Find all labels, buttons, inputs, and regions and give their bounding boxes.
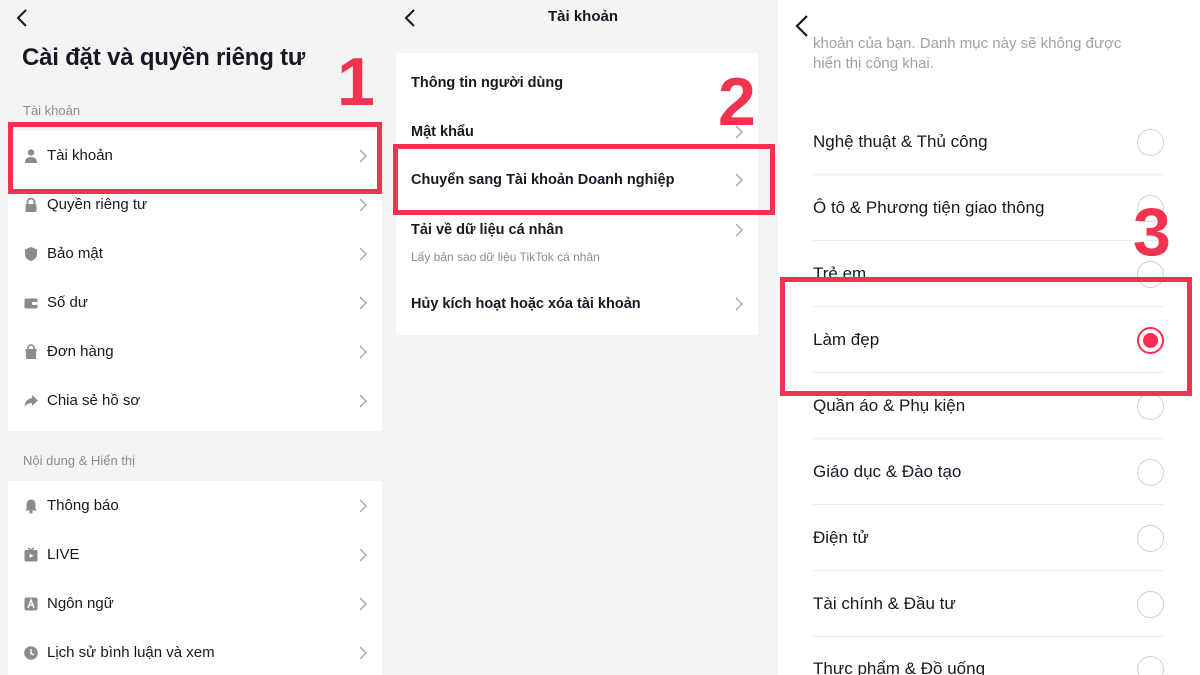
chevron-right-icon <box>359 548 367 561</box>
account-panel: Tài khoản Thông tin người dùng Mật khẩu … <box>388 0 778 675</box>
step-number-1: 1 <box>337 44 375 120</box>
radio-button[interactable] <box>1137 459 1164 486</box>
share-icon <box>23 393 39 409</box>
account-item-deactivate-delete[interactable]: Hủy kích hoạt hoặc xóa tài khoản <box>396 275 758 335</box>
chevron-left-icon <box>16 9 27 27</box>
category-description: khoản của bạn. Danh mục này sẽ không đượ… <box>813 35 1122 52</box>
settings-item-label: Quyền riêng tư <box>47 196 148 213</box>
category-panel: khoản của bạn. Danh mục này sẽ không đượ… <box>778 0 1200 675</box>
category-option[interactable]: Ô tô & Phương tiện giao thông <box>813 175 1164 241</box>
category-option[interactable]: Thực phẩm & Đồ uống <box>813 636 1164 675</box>
category-option[interactable]: Quần áo & Phụ kiện <box>813 373 1164 439</box>
radio-button[interactable] <box>1137 525 1164 552</box>
settings-item-privacy[interactable]: Quyền riêng tư <box>8 180 382 229</box>
section-label-account: Tài khoản <box>23 103 81 118</box>
step-number-3: 3 <box>1133 194 1171 270</box>
bell-icon <box>23 498 39 514</box>
settings-item-account[interactable]: Tài khoản <box>8 131 382 180</box>
chevron-right-icon <box>359 394 367 407</box>
chevron-right-icon <box>359 499 367 512</box>
settings-item-label: Số dư <box>47 294 88 311</box>
chevron-right-icon <box>359 597 367 610</box>
category-option-selected[interactable]: Làm đẹp <box>813 307 1164 373</box>
chevron-right-icon <box>735 173 743 187</box>
account-item-label: Tải về dữ liệu cá nhân <box>411 222 564 238</box>
chevron-right-icon <box>735 297 743 311</box>
category-option[interactable]: Trẻ em <box>813 241 1164 307</box>
chevron-right-icon <box>359 296 367 309</box>
back-button[interactable] <box>788 12 816 40</box>
category-option-label: Thực phẩm & Đồ uống <box>813 659 986 675</box>
radio-button[interactable] <box>1137 656 1164 675</box>
category-option-label: Tài chính & Đầu tư <box>813 594 956 613</box>
language-icon <box>23 596 39 612</box>
settings-item-label: Bảo mật <box>47 245 103 262</box>
settings-item-label: Đơn hàng <box>47 343 114 360</box>
radio-button[interactable] <box>1137 591 1164 618</box>
chevron-left-icon <box>795 15 808 37</box>
radio-button[interactable] <box>1137 129 1164 156</box>
step-number-2: 2 <box>718 64 756 140</box>
settings-item-label: Thông báo <box>47 497 119 514</box>
account-item-subtitle: Lấy bản sao dữ liệu TikTok cá nhân <box>411 250 600 264</box>
account-options-card: Thông tin người dùng Mật khẩu Chuyển san… <box>396 53 758 335</box>
settings-item-live[interactable]: LIVE <box>8 530 382 579</box>
settings-item-security[interactable]: Bảo mật <box>8 229 382 278</box>
radio-button[interactable] <box>1137 393 1164 420</box>
account-item-label: Thông tin người dùng <box>411 75 564 91</box>
account-item-label: Hủy kích hoạt hoặc xóa tài khoản <box>411 296 641 312</box>
settings-item-label: Lịch sử bình luận và xem <box>47 644 215 661</box>
category-option[interactable]: Điện tử <box>813 505 1164 571</box>
wallet-icon <box>23 295 39 311</box>
page-title: Tài khoản <box>547 8 618 25</box>
settings-privacy-panel: Cài đặt và quyền riêng tư Tài khoản Tài … <box>0 0 388 675</box>
settings-item-language[interactable]: Ngôn ngữ <box>8 579 382 628</box>
back-button[interactable] <box>8 4 36 32</box>
section-label-content-display: Nội dung & Hiển thị <box>23 453 136 468</box>
account-item-password[interactable]: Mật khẩu <box>396 103 758 151</box>
shield-icon <box>23 246 39 262</box>
settings-item-label: Ngôn ngữ <box>47 595 114 612</box>
settings-item-orders[interactable]: Đơn hàng <box>8 327 382 376</box>
settings-item-label: Tài khoản <box>47 147 113 164</box>
account-item-download-data[interactable]: Tải về dữ liệu cá nhân Lấy bản sao dữ li… <box>396 201 758 275</box>
chevron-right-icon <box>359 247 367 260</box>
category-option[interactable]: Tài chính & Đầu tư <box>813 571 1164 637</box>
settings-item-balance[interactable]: Số dư <box>8 278 382 327</box>
category-option-label: Giáo dục & Đào tạo <box>813 462 962 481</box>
clock-icon <box>23 645 39 661</box>
page-title: Cài đặt và quyền riêng tư <box>22 44 306 71</box>
live-tv-icon <box>23 546 39 563</box>
account-item-user-info[interactable]: Thông tin người dùng <box>396 53 758 103</box>
account-item-switch-business[interactable]: Chuyển sang Tài khoản Doanh nghiệp <box>396 151 758 201</box>
category-option-label: Quần áo & Phụ kiện <box>813 396 966 415</box>
settings-item-label: Chia sẻ hồ sơ <box>47 392 141 409</box>
account-item-label: Mật khẩu <box>411 124 474 140</box>
account-item-label: Chuyển sang Tài khoản Doanh nghiệp <box>411 172 675 188</box>
radio-button-selected[interactable] <box>1137 327 1164 354</box>
settings-item-notifications[interactable]: Thông báo <box>8 481 382 530</box>
category-option-label: Làm đẹp <box>813 330 880 349</box>
chevron-right-icon <box>359 149 367 162</box>
radio-dot <box>1143 333 1158 348</box>
category-option-label: Trẻ em <box>813 264 867 283</box>
person-icon <box>23 148 39 164</box>
lock-icon <box>23 197 39 213</box>
category-description: hiển thị công khai. <box>813 55 934 72</box>
chevron-right-icon <box>359 345 367 358</box>
settings-item-label: LIVE <box>47 546 80 563</box>
shopping-bag-icon <box>23 343 39 360</box>
category-option[interactable]: Giáo dục & Đào tạo <box>813 439 1164 505</box>
chevron-right-icon <box>359 646 367 659</box>
settings-item-share-profile[interactable]: Chia sẻ hồ sơ <box>8 376 382 425</box>
chevron-right-icon <box>359 198 367 211</box>
content-settings-card: Thông báo LIVE Ngôn ngữ Lịch sử bình luậ… <box>8 481 382 675</box>
account-settings-card: Tài khoản Quyền riêng tư Bảo mật Số dư Đ… <box>8 131 382 431</box>
chevron-right-icon <box>735 223 743 237</box>
category-option-label: Nghệ thuật & Thủ công <box>813 132 988 151</box>
settings-item-history[interactable]: Lịch sử bình luận và xem <box>8 628 382 675</box>
category-option-label: Điện tử <box>813 528 869 547</box>
category-option[interactable]: Nghệ thuật & Thủ công <box>813 109 1164 175</box>
category-option-label: Ô tô & Phương tiện giao thông <box>813 198 1045 217</box>
